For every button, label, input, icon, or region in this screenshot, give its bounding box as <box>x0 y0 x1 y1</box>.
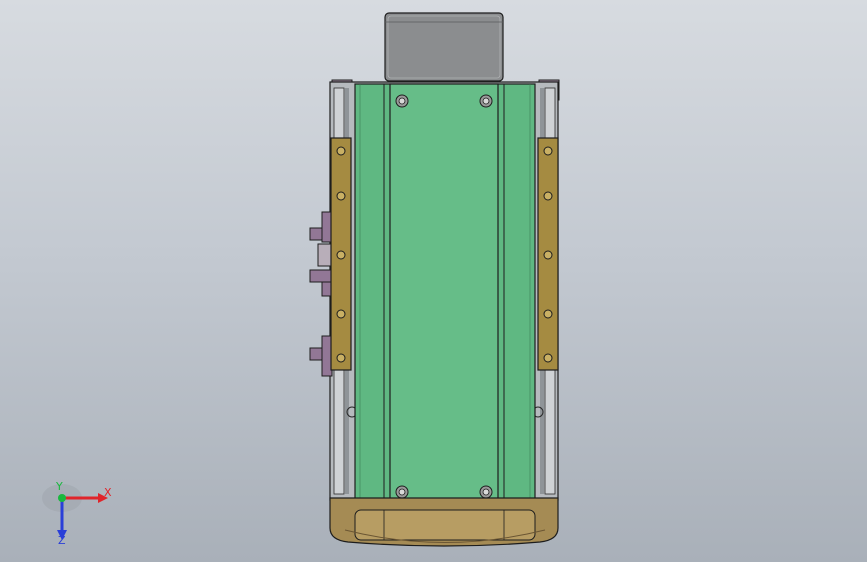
right-slide-bar[interactable] <box>537 137 559 371</box>
motor-housing[interactable] <box>384 12 504 82</box>
y-axis-dot <box>58 494 66 502</box>
cad-model-linear-module[interactable] <box>0 0 867 562</box>
y-axis-label: Y <box>55 480 63 493</box>
left-slide-bar[interactable] <box>330 137 352 371</box>
orientation-triad: X Y Z <box>42 480 112 547</box>
bottom-end-cap[interactable] <box>329 497 559 547</box>
z-axis-label: Z <box>58 534 66 547</box>
3d-viewport[interactable]: X Y Z <box>0 0 867 562</box>
belt-cover[interactable] <box>354 83 536 513</box>
left-mounting-brackets[interactable] <box>309 211 333 377</box>
x-axis-label: X <box>104 486 112 499</box>
